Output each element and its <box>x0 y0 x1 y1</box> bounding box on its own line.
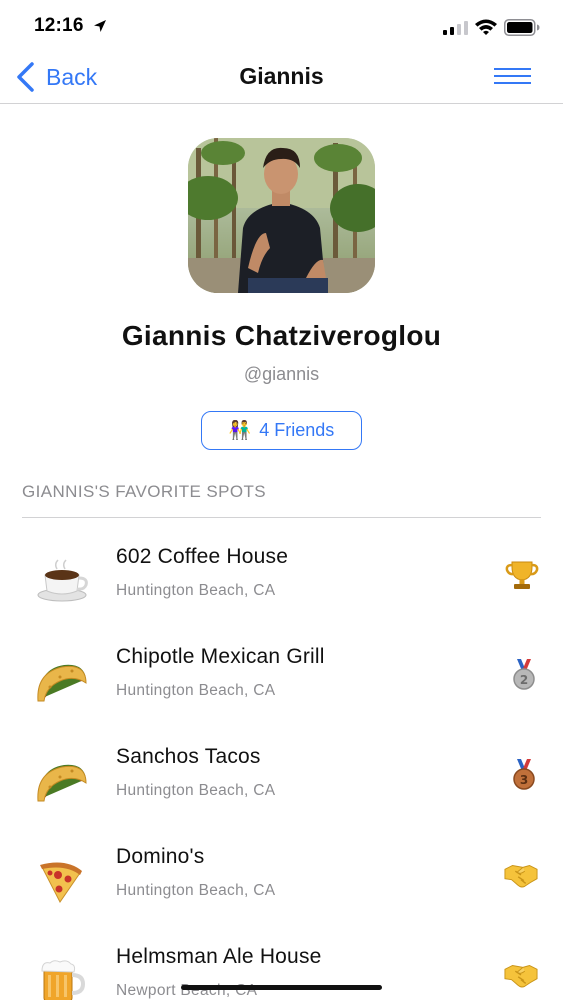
spot-location: Huntington Beach, CA <box>116 782 276 799</box>
taco-icon <box>37 764 87 802</box>
handshake-icon <box>504 964 538 988</box>
second-place-medal-icon: 2 <box>513 659 535 690</box>
list-item[interactable]: Chipotle Mexican Grill Huntington Beach,… <box>0 645 563 735</box>
navigation-bar: Back Giannis <box>0 52 563 104</box>
friends-label: 4 Friends <box>259 420 335 440</box>
profile-photo <box>188 138 375 293</box>
spot-location: Huntington Beach, CA <box>116 882 276 899</box>
spot-name: Domino's <box>116 845 205 868</box>
hamburger-menu-icon[interactable] <box>494 68 532 88</box>
location-arrow-icon <box>94 20 106 32</box>
avatar <box>188 138 375 293</box>
list-item[interactable]: 602 Coffee House Huntington Beach, CA <box>0 545 563 635</box>
home-indicator <box>181 985 382 990</box>
handshake-icon <box>504 864 538 888</box>
coffee-cup-icon <box>37 559 88 602</box>
section-header: GIANNIS'S FAVORITE SPOTS <box>22 482 266 501</box>
beer-mug-icon <box>41 960 86 1000</box>
status-time: 12:16 <box>34 15 84 36</box>
spot-location: Huntington Beach, CA <box>116 682 276 699</box>
taco-icon <box>37 664 87 702</box>
friends-button[interactable]: 👫 4 Friends <box>201 411 362 450</box>
battery-icon <box>504 19 540 36</box>
wifi-icon <box>475 19 497 35</box>
list-item[interactable]: Domino's Huntington Beach, CA <box>0 845 563 935</box>
svg-text:3: 3 <box>520 773 528 787</box>
list-item[interactable]: Sanchos Tacos Huntington Beach, CA 3 <box>0 745 563 835</box>
spot-name: Helmsman Ale House <box>116 945 322 968</box>
trophy-icon <box>505 561 539 589</box>
couple-icon: 👫 <box>228 420 252 440</box>
spot-location: Huntington Beach, CA <box>116 582 276 599</box>
signal-icon <box>443 21 468 35</box>
third-place-medal-icon: 3 <box>513 759 535 790</box>
pizza-slice-icon <box>40 862 82 903</box>
list-item[interactable]: Helmsman Ale House Newport Beach, CA <box>0 945 563 1000</box>
divider <box>22 517 541 518</box>
spot-name: Chipotle Mexican Grill <box>116 645 325 668</box>
status-bar: 12:16 <box>0 0 563 52</box>
svg-text:2: 2 <box>520 673 528 687</box>
page-title: Giannis <box>239 63 324 89</box>
spot-name: 602 Coffee House <box>116 545 289 568</box>
profile-handle: @giannis <box>243 364 320 384</box>
spot-name: Sanchos Tacos <box>116 745 261 768</box>
profile-name: Giannis Chatziveroglou <box>121 320 442 351</box>
